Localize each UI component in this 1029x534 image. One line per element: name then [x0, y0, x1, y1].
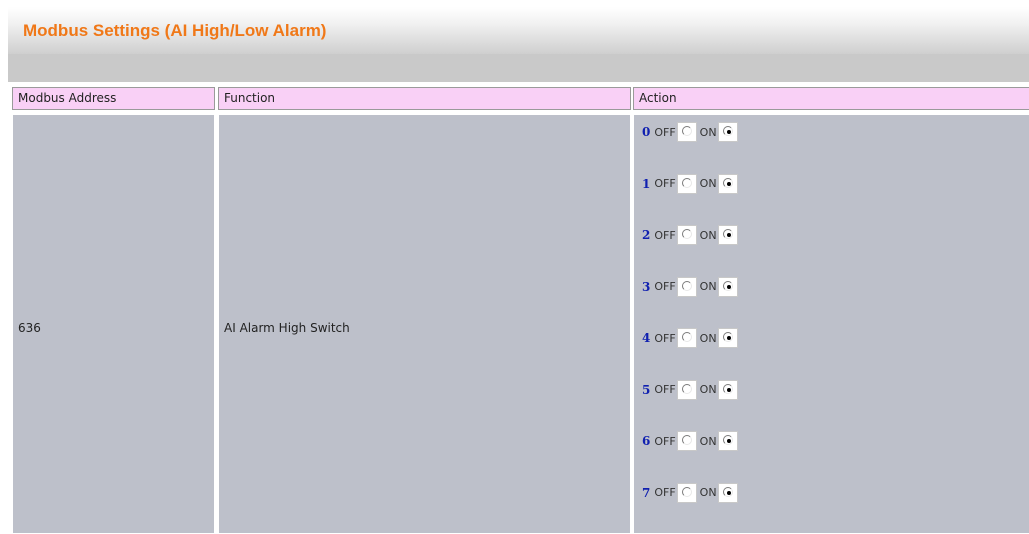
channel-number: 1	[642, 176, 651, 191]
radio-dot-icon	[726, 284, 731, 289]
off-radio[interactable]	[676, 225, 697, 245]
on-label: ON	[699, 228, 717, 242]
alarm-switch-row: 5 OFF ON	[642, 379, 741, 401]
alarm-switch-row: 0 OFF ON	[642, 121, 741, 143]
address-value: 636	[18, 321, 41, 335]
off-label: OFF	[654, 331, 676, 345]
function-cell: AI Alarm High Switch	[218, 114, 631, 534]
off-radio[interactable]	[676, 328, 697, 348]
radio-dot-icon	[726, 233, 731, 237]
on-label: ON	[699, 331, 717, 345]
modbus-table: Modbus Address Function Action 636 AI Al…	[8, 82, 1029, 534]
off-label: OFF	[654, 434, 676, 448]
radio-dot-icon	[726, 439, 731, 443]
channel-number: 6	[642, 434, 651, 448]
on-label: ON	[699, 486, 717, 499]
on-label: ON	[699, 434, 717, 448]
radio-dot-icon	[726, 130, 731, 134]
radio-ring-icon	[722, 383, 733, 394]
on-radio[interactable]	[717, 328, 738, 348]
radio-ring-icon	[722, 280, 733, 291]
alarm-switch-row: 7 OFF ON	[642, 482, 741, 504]
on-label: ON	[699, 280, 717, 293]
radio-ring-icon	[722, 126, 733, 136]
off-radio[interactable]	[676, 379, 697, 400]
on-radio[interactable]	[717, 379, 738, 400]
off-label: OFF	[654, 228, 676, 242]
radio-ring-icon	[722, 435, 733, 445]
header-function: Function	[218, 87, 631, 110]
off-label: OFF	[654, 177, 676, 190]
title-bar: Modbus Settings (AI High/Low Alarm)	[8, 7, 1029, 54]
radio-ring-icon	[681, 435, 692, 445]
off-label: OFF	[654, 383, 676, 396]
channel-number: 2	[642, 228, 651, 242]
address-cell: 636	[12, 114, 215, 534]
radio-ring-icon	[681, 126, 692, 136]
channel-number: 5	[642, 382, 651, 397]
radio-ring-icon	[681, 332, 692, 342]
alarm-switch-row: 6 OFF ON	[642, 430, 741, 452]
radio-ring-icon	[681, 177, 692, 188]
radio-ring-icon	[681, 229, 692, 239]
on-radio[interactable]	[717, 225, 738, 245]
radio-dot-icon	[726, 490, 731, 495]
channel-number: 3	[642, 279, 651, 294]
action-cell: 0 OFF ON 1 OFF ON 2 OFF ON 3 OFF ON 4 OFF ON 5 OFF ON 6 OFF…	[633, 114, 1029, 534]
channel-number: 0	[642, 125, 651, 139]
on-radio[interactable]	[717, 122, 738, 142]
alarm-switch-row: 3 OFF ON	[642, 276, 741, 298]
off-radio[interactable]	[676, 122, 697, 142]
radio-ring-icon	[722, 486, 733, 497]
radio-ring-icon	[681, 383, 692, 394]
alarm-switch-row: 4 OFF ON	[642, 327, 741, 349]
radio-dot-icon	[726, 336, 731, 340]
radio-ring-icon	[681, 486, 692, 497]
on-label: ON	[699, 125, 717, 139]
radio-ring-icon	[681, 280, 692, 291]
radio-dot-icon	[726, 387, 731, 392]
radio-ring-icon	[722, 332, 733, 342]
off-label: OFF	[654, 486, 676, 499]
function-value: AI Alarm High Switch	[224, 321, 350, 335]
off-radio[interactable]	[676, 431, 697, 451]
on-radio[interactable]	[717, 482, 738, 503]
page-title: Modbus Settings (AI High/Low Alarm)	[23, 21, 327, 40]
on-radio[interactable]	[717, 431, 738, 451]
header-action: Action	[633, 87, 1029, 110]
channel-number: 4	[642, 331, 651, 345]
off-radio[interactable]	[676, 482, 697, 503]
on-label: ON	[699, 177, 717, 190]
alarm-switch-row: 1 OFF ON	[642, 173, 741, 195]
radio-ring-icon	[722, 229, 733, 239]
off-label: OFF	[654, 125, 676, 139]
off-label: OFF	[654, 280, 676, 293]
off-radio[interactable]	[676, 173, 697, 194]
on-radio[interactable]	[717, 276, 738, 297]
radio-ring-icon	[722, 177, 733, 188]
on-radio[interactable]	[717, 173, 738, 194]
header-modbus-address: Modbus Address	[12, 87, 215, 110]
alarm-switch-row: 2 OFF ON	[642, 224, 741, 246]
radio-dot-icon	[726, 181, 731, 186]
off-radio[interactable]	[676, 276, 697, 297]
title-separator	[8, 54, 1029, 82]
on-label: ON	[699, 383, 717, 396]
channel-number: 7	[642, 485, 651, 500]
